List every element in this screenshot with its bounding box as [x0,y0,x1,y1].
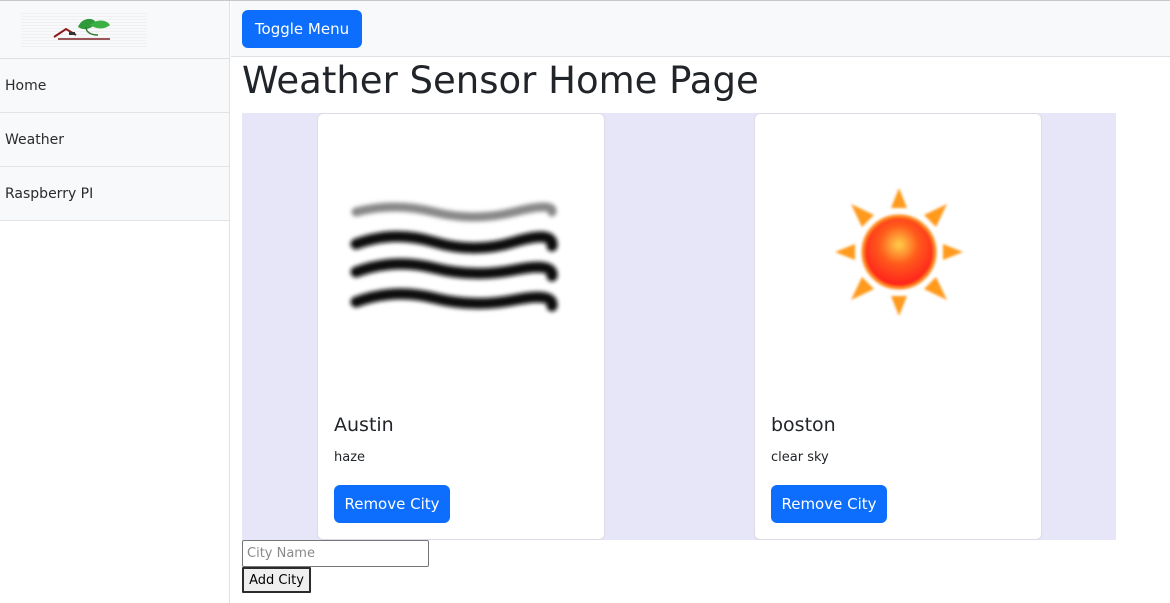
sidebar-item-home[interactable]: Home [0,59,229,113]
sidebar-item-label: Weather [5,131,64,148]
cards-container: Austin haze Remove City boston clear sky… [242,113,1116,540]
toggle-menu-button[interactable]: Toggle Menu [242,10,362,48]
sidebar-item-raspberry-pi[interactable]: Raspberry PI [0,167,229,221]
card-condition: clear sky [771,450,829,465]
card-city-name: boston [771,414,836,436]
city-card-boston: boston clear sky Remove City [754,113,1042,540]
remove-city-button[interactable]: Remove City [334,485,450,523]
house-leaf-logo-icon [52,18,110,40]
card-condition: haze [334,450,366,465]
city-name-input[interactable] [242,540,429,567]
card-city-name: Austin [334,414,394,436]
haze-icon [350,202,558,312]
add-city-button[interactable]: Add City [242,567,311,593]
remove-city-button[interactable]: Remove City [771,485,887,523]
logo [20,12,147,47]
sidebar-item-label: Raspberry PI [5,185,94,202]
page-title: Weather Sensor Home Page [242,59,759,102]
sidebar-heading [0,1,229,59]
sun-icon [835,188,963,316]
top-navbar: Toggle Menu [231,1,1170,57]
sidebar-item-label: Home [5,77,47,94]
city-card-austin: Austin haze Remove City [317,113,605,540]
sidebar-item-weather[interactable]: Weather [0,113,229,167]
sidebar: Home Weather Raspberry PI [0,1,230,603]
